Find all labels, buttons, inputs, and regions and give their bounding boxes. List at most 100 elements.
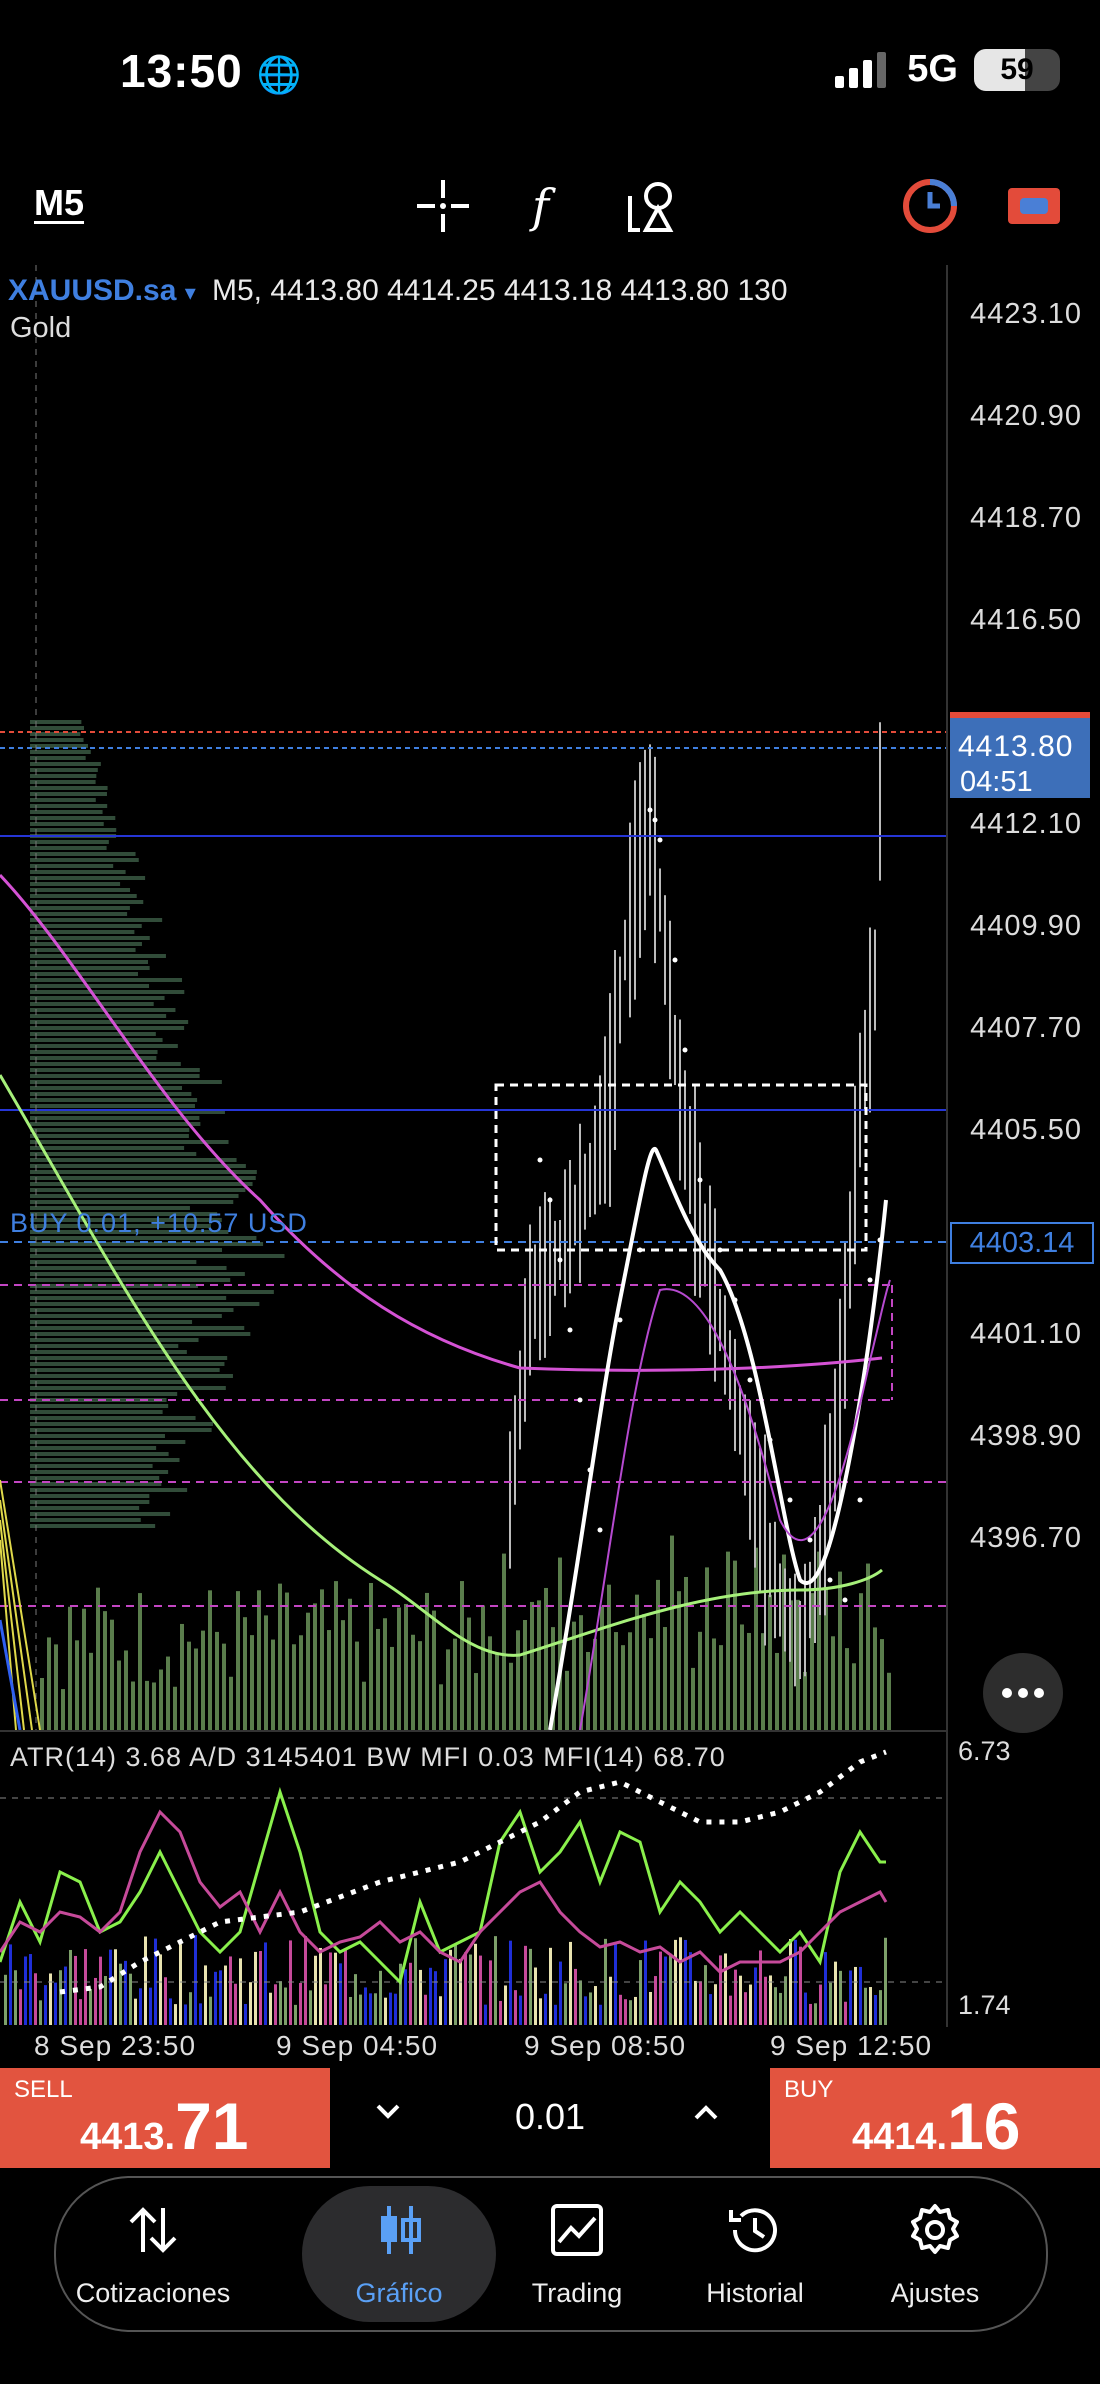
profile-bar — [30, 1374, 233, 1378]
profile-bar — [30, 1512, 171, 1516]
volume-bar — [96, 1587, 100, 1730]
objects-icon[interactable] — [624, 176, 684, 236]
clock-icon[interactable] — [900, 176, 960, 236]
indicator-bar — [479, 1955, 482, 2025]
profile-bar — [30, 1488, 188, 1492]
volume-bar — [530, 1601, 534, 1730]
indicator-bar — [24, 1956, 27, 2025]
profile-bar — [30, 1248, 222, 1252]
volume-bar — [348, 1598, 352, 1730]
indicator-bar — [354, 1974, 357, 2025]
profile-bar — [30, 1404, 169, 1408]
price-chart[interactable] — [0, 265, 946, 1730]
position-label[interactable]: BUY 0.01, +10.57 USD — [10, 1208, 308, 1239]
profile-bar — [30, 966, 150, 970]
sar-dot — [647, 807, 653, 813]
profile-bar — [30, 840, 109, 844]
volume-bar — [866, 1563, 870, 1730]
indicator-bar — [554, 2004, 557, 2025]
indicator-bar — [239, 1958, 242, 2025]
timeframe-selector[interactable]: M5 — [34, 182, 84, 224]
volume-bar — [628, 1632, 632, 1730]
sar-dot — [672, 957, 678, 963]
volume-bar — [747, 1632, 751, 1730]
profile-bar — [30, 1038, 163, 1042]
volume-bar — [390, 1646, 394, 1730]
profile-bar — [30, 1044, 178, 1048]
ellipsis-icon — [1002, 1688, 1044, 1698]
indicator-bar — [714, 1984, 717, 2025]
price-tick: 4398.90 — [970, 1420, 1082, 1452]
indicator-bar — [319, 1947, 322, 2025]
sar-dot — [787, 1497, 793, 1503]
profile-bar — [30, 870, 126, 874]
buy-button[interactable]: BUY 4414.16 — [770, 2068, 1100, 2168]
profile-bar — [30, 1452, 169, 1456]
indicator-bar — [509, 1940, 512, 2025]
volume-bar — [649, 1638, 653, 1730]
volume-bar — [432, 1610, 436, 1730]
profile-bar — [30, 810, 103, 814]
symbol-dropdown-icon[interactable]: ▾ — [185, 280, 196, 305]
profile-bar — [30, 1434, 165, 1438]
indicator-bar — [534, 1967, 537, 2025]
crosshair-icon[interactable] — [413, 176, 473, 236]
indicator-min: 1.74 — [958, 1990, 1011, 2020]
chart-icon — [381, 2206, 421, 2254]
trade-icon[interactable] — [1004, 176, 1064, 236]
volume-bar — [82, 1608, 86, 1730]
profile-bar — [30, 1062, 181, 1066]
indicator-bar — [874, 1995, 877, 2025]
volume-bar — [124, 1650, 128, 1730]
symbol-name[interactable]: XAUUSD.sa ▾ — [8, 274, 196, 308]
profile-bar — [30, 1440, 186, 1444]
indicator-bar — [754, 1967, 757, 2025]
volume-profile — [30, 720, 285, 1528]
nav-item-ajustes[interactable]: Ajustes — [840, 2178, 1030, 2330]
volume-bar — [509, 1662, 513, 1730]
sar-dot — [717, 1247, 723, 1253]
volume-bar — [103, 1611, 107, 1730]
profile-bar — [30, 792, 107, 796]
price-tick: 4396.70 — [970, 1522, 1082, 1554]
nav-item-trading[interactable]: Trading — [482, 2178, 672, 2330]
profile-bar — [30, 858, 139, 862]
volume-bars — [40, 1535, 891, 1730]
indicator-bar — [469, 1954, 472, 2025]
nav-label: Trading — [531, 2278, 623, 2308]
increase-lot-button[interactable] — [690, 2090, 722, 2144]
indicator-bar — [774, 1987, 777, 2025]
profile-bar — [30, 864, 114, 868]
profile-bar — [30, 942, 142, 946]
indicator-bar — [269, 1992, 272, 2025]
sar-dot — [842, 1597, 848, 1603]
profile-bar — [30, 1302, 260, 1306]
profile-bar — [30, 1446, 157, 1450]
volume-bar — [145, 1680, 149, 1730]
indicator-bar — [789, 1938, 792, 2025]
profile-bar — [30, 1194, 239, 1198]
indicator-bar — [614, 1943, 617, 2025]
more-options-button[interactable] — [983, 1653, 1063, 1733]
indicator-bar — [649, 1991, 652, 2025]
status-time-text: 13:50 — [120, 45, 243, 97]
price-tick: 4409.90 — [970, 910, 1082, 942]
nav-item-cotizaciones[interactable]: Cotizaciones — [58, 2178, 248, 2330]
function-icon[interactable]: f — [518, 176, 578, 236]
nav-item-grafico[interactable]: Gráfico — [304, 2178, 494, 2330]
volume-bar — [376, 1628, 380, 1730]
indicator-bar — [489, 1960, 492, 2025]
indicator-bar — [339, 1963, 342, 2025]
nav-item-historial[interactable]: Historial — [660, 2178, 850, 2330]
profile-bar — [30, 1290, 274, 1294]
sell-button[interactable]: SELL 4413.71 — [0, 2068, 330, 2168]
volume-bar — [642, 1614, 646, 1730]
profile-bar — [30, 936, 150, 940]
indicator-bar — [529, 1948, 532, 2025]
volume-bar — [180, 1623, 184, 1730]
symbol-text[interactable]: XAUUSD.sa — [8, 274, 176, 307]
indicator-bar — [609, 1976, 612, 2025]
profile-bar — [30, 1074, 200, 1078]
indicator-bar — [514, 1990, 517, 2025]
price-tick: 4418.70 — [970, 502, 1082, 534]
